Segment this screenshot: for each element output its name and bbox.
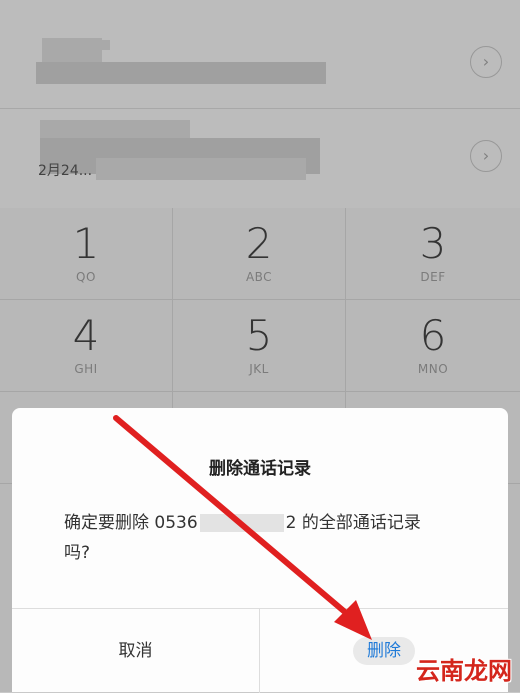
dialog-title: 删除通话记录 — [209, 459, 311, 479]
masked-number — [199, 514, 284, 532]
message-suffix: 2 的全部通话记录 — [285, 513, 421, 533]
delete-call-log-dialog: 删除通话记录 确定要删除 0536 2 的全部通话记录 吗? 取消 删除 — [12, 408, 508, 693]
message-prefix: 确定要删除 0536 — [64, 513, 198, 533]
cancel-button[interactable]: 取消 — [12, 609, 260, 693]
delete-button-label: 删除 — [353, 637, 415, 665]
dialog-message: 确定要删除 0536 2 的全部通话记录 吗? — [64, 508, 464, 568]
watermark-logo: 云南龙网 — [416, 657, 512, 685]
message-line2: 吗? — [64, 543, 91, 563]
